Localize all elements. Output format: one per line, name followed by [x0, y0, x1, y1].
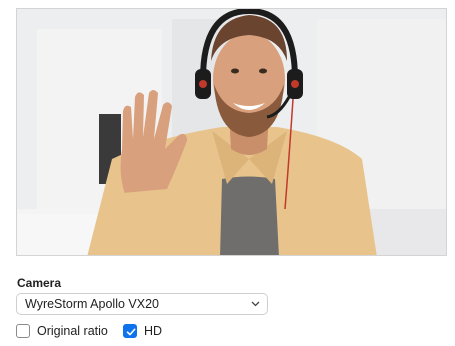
- checkmark-icon: [126, 328, 136, 336]
- hd-checkbox[interactable]: [123, 324, 137, 338]
- chevron-down-icon: [251, 301, 260, 307]
- original-ratio-checkbox[interactable]: [16, 324, 30, 338]
- hd-label: HD: [144, 324, 163, 338]
- camera-select[interactable]: WyreStorm Apollo VX20: [16, 293, 268, 315]
- camera-section-label: Camera: [17, 276, 62, 290]
- camera-feed-image: [17, 9, 446, 255]
- original-ratio-label: Original ratio: [37, 324, 108, 338]
- video-preview: [16, 8, 447, 256]
- camera-select-value: WyreStorm Apollo VX20: [25, 297, 159, 311]
